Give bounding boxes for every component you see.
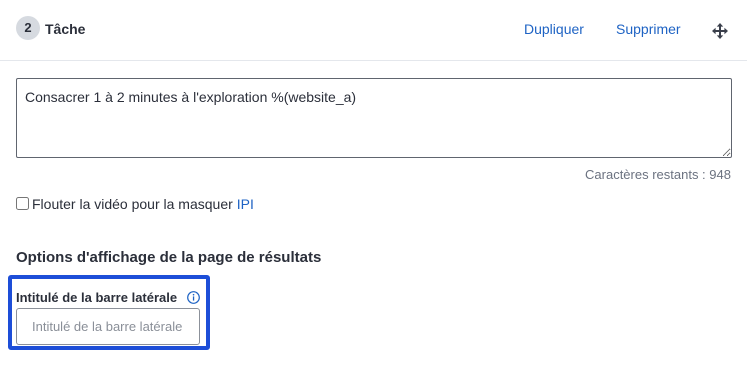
blur-video-checkbox[interactable] xyxy=(16,197,29,210)
info-icon[interactable] xyxy=(187,291,200,304)
blur-video-label[interactable]: Flouter la vidéo pour la masquer xyxy=(32,196,233,212)
duplicate-link[interactable]: Dupliquer xyxy=(524,21,584,38)
task-instruction-textarea[interactable]: Consacrer 1 à 2 minutes à l'exploration … xyxy=(16,78,732,158)
sidebar-label-field-label: Intitulé de la barre latérale xyxy=(16,290,178,305)
task-title: Tâche xyxy=(45,21,86,37)
move-arrows-icon[interactable] xyxy=(711,22,729,40)
delete-link[interactable]: Supprimer xyxy=(616,21,681,38)
step-number-badge: 2 xyxy=(16,16,40,40)
characters-remaining-label: Caractères restants : xyxy=(585,167,706,182)
header-divider xyxy=(0,60,747,61)
blur-video-option: Flouter la vidéo pour la masquer IPI xyxy=(16,195,254,212)
characters-remaining: Caractères restants : 948 xyxy=(585,167,731,182)
results-display-heading: Options d'affichage de la page de résult… xyxy=(16,249,322,266)
task-header: 2 Tâche Dupliquer Supprimer xyxy=(0,0,747,60)
sidebar-label-input[interactable] xyxy=(16,308,200,345)
characters-remaining-value: 948 xyxy=(709,167,731,182)
ipi-link[interactable]: IPI xyxy=(237,196,254,212)
